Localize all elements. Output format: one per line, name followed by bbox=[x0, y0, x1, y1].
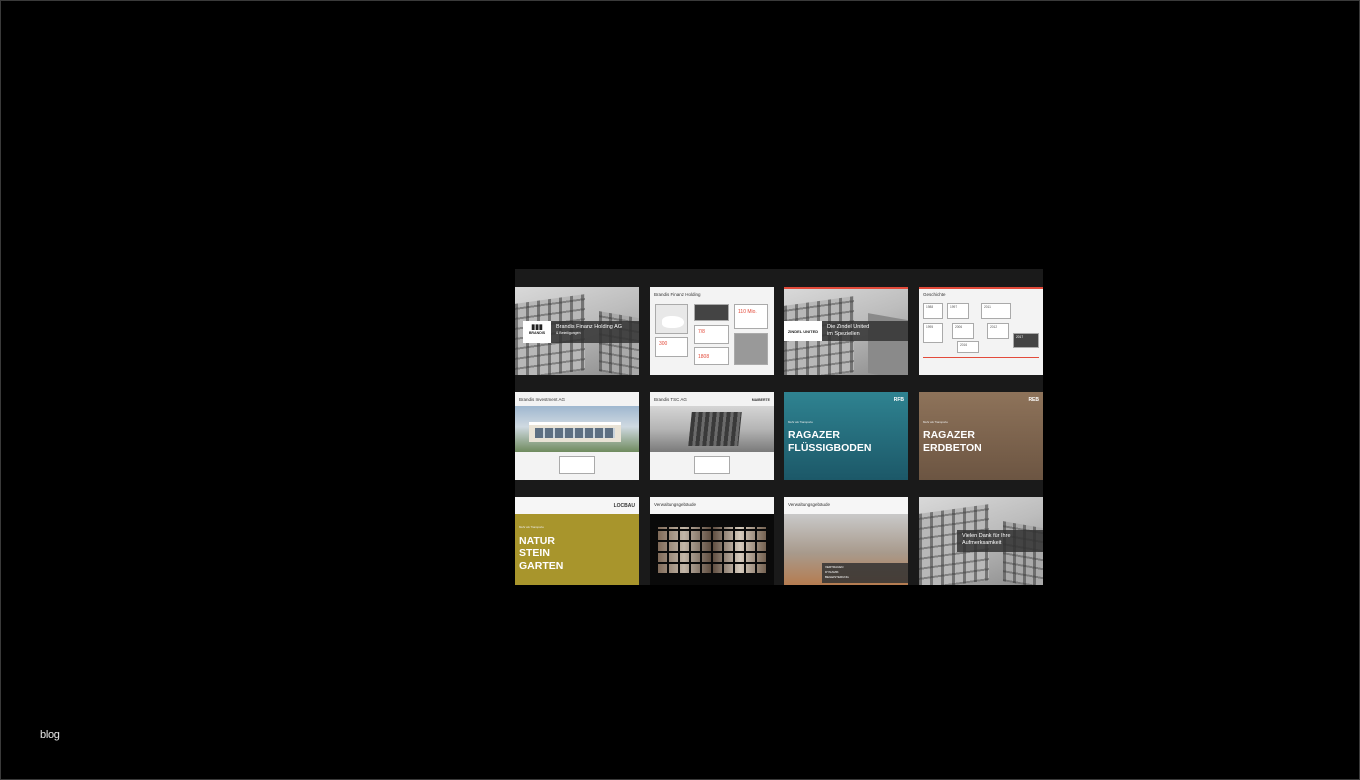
timeline-card: 2012 bbox=[987, 323, 1009, 339]
timeline-card: 1988 bbox=[923, 303, 943, 319]
blog-link[interactable]: blog bbox=[40, 729, 60, 741]
reb-logo: REB bbox=[1028, 397, 1039, 403]
slide-title-line-2: STEIN bbox=[519, 547, 550, 559]
thanks-line-1: Vielen Dank für Ihre bbox=[962, 533, 1011, 539]
slide-kicker: Mehr als Transporte bbox=[519, 525, 544, 529]
slide-header: Geschichte bbox=[923, 292, 946, 297]
photo-box bbox=[694, 304, 729, 321]
facade-photo bbox=[656, 527, 768, 575]
timeline-card-dark: 2017 bbox=[1013, 333, 1039, 348]
zindel-logo: ZINDEL UNITED bbox=[784, 321, 822, 341]
rfb-logo: RFB bbox=[893, 397, 904, 403]
title-band: Brandis Finanz Holding AG & Beteiligunge… bbox=[551, 321, 639, 343]
maiberte-logo: MAIBERTE bbox=[751, 398, 770, 402]
timeline-card: 1997 bbox=[947, 303, 969, 319]
slide-title-line-1: RAGAZER bbox=[788, 429, 840, 441]
villa-photo bbox=[515, 406, 639, 452]
slide-thumbnail-7[interactable]: RFB Mehr als Transporte RAGAZER FLÜSSIGB… bbox=[784, 392, 908, 480]
photo-box-2 bbox=[734, 333, 768, 365]
slide-thumbnail-5[interactable]: Brandis Investment AG bbox=[515, 392, 639, 480]
brandis-logo: ▮▮▮ BRANDIS bbox=[523, 321, 551, 343]
slide-overview-grid: ▮▮▮ BRANDIS Brandis Finanz Holding AG & … bbox=[515, 269, 1043, 585]
slide-thumbnail-10[interactable]: Verwaltungsgebäude bbox=[650, 497, 774, 585]
timeline-card: 2011 bbox=[981, 303, 1011, 319]
slide-header: Brandis Finanz Holding bbox=[654, 292, 701, 297]
slide-thumbnail-6[interactable]: Brandis TSC AG MAIBERTE bbox=[650, 392, 774, 480]
slide-thumbnail-2[interactable]: Brandis Finanz Holding 110 Mio. 7/8 300 … bbox=[650, 287, 774, 375]
slide-subtitle: & Beteiligungen bbox=[556, 331, 581, 335]
slide-title-line-2: ERDBETON bbox=[923, 442, 982, 454]
office-photo bbox=[650, 406, 774, 452]
value-item: BEGEISTERUNG bbox=[825, 575, 849, 579]
slide-thumbnail-9[interactable]: LOCBAU Mehr als Transporte NATUR STEIN G… bbox=[515, 497, 639, 585]
slide-title-line-1: Die Zindel United bbox=[827, 324, 870, 330]
info-table bbox=[559, 456, 595, 474]
values-band: VERTRAUEN DYNAMIK BEGEISTERUNG bbox=[822, 563, 908, 583]
slide-thumbnail-11[interactable]: Verwaltungsgebäude VERTRAUEN DYNAMIK BEG… bbox=[784, 497, 908, 585]
slide-title-line-1: NATUR bbox=[519, 535, 555, 547]
timeline-card: 1995 bbox=[923, 323, 943, 343]
timeline-card: 2006 bbox=[952, 323, 974, 339]
map-box bbox=[655, 304, 688, 334]
slide-header: Brandis Investment AG bbox=[519, 397, 566, 402]
stat-box-3: 300 bbox=[655, 337, 688, 357]
locbau-logo: LOCBAU bbox=[613, 503, 635, 509]
slide-header: Verwaltungsgebäude bbox=[788, 502, 831, 507]
info-table bbox=[694, 456, 730, 474]
slide-thumbnail-1[interactable]: ▮▮▮ BRANDIS Brandis Finanz Holding AG & … bbox=[515, 287, 639, 375]
timeline-axis bbox=[923, 357, 1039, 358]
slide-header: Brandis TSC AG bbox=[654, 397, 687, 402]
slide-title-line-1: RAGAZER bbox=[923, 429, 975, 441]
slide-header: Verwaltungsgebäude bbox=[654, 502, 697, 507]
slide-thumbnail-3[interactable]: ZINDEL UNITED Die Zindel United im Spezi… bbox=[784, 287, 908, 375]
thanks-line-2: Aufmerksamkeit bbox=[962, 540, 1002, 546]
slide-thumbnail-4[interactable]: Geschichte 1988 1997 2011 1995 2006 2012… bbox=[919, 287, 1043, 375]
slide-thumbnail-8[interactable]: REB Mehr als Transporte RAGAZER ERDBETON bbox=[919, 392, 1043, 480]
title-band: Die Zindel United im Speziellen bbox=[822, 321, 908, 341]
slide-kicker: Mehr als Transporte bbox=[923, 420, 948, 424]
stat-box-1: 110 Mio. bbox=[734, 304, 768, 329]
slide-kicker: Mehr als Transporte bbox=[788, 420, 813, 424]
stat-box-2: 7/8 bbox=[694, 325, 729, 344]
accent-line bbox=[919, 287, 1043, 289]
slide-title: Brandis Finanz Holding AG bbox=[556, 324, 623, 330]
thanks-band: Vielen Dank für Ihre Aufmerksamkeit bbox=[957, 530, 1043, 552]
slide-title-line-2: FLÜSSIGBODEN bbox=[788, 442, 872, 454]
slide-title-line-3: GARTEN bbox=[519, 560, 564, 572]
timeline-card: 2016 bbox=[957, 341, 979, 353]
slide-title-line-2: im Speziellen bbox=[827, 331, 860, 337]
stat-box-4: 1808 bbox=[694, 347, 729, 365]
slide-thumbnail-12[interactable]: Vielen Dank für Ihre Aufmerksamkeit bbox=[919, 497, 1043, 585]
